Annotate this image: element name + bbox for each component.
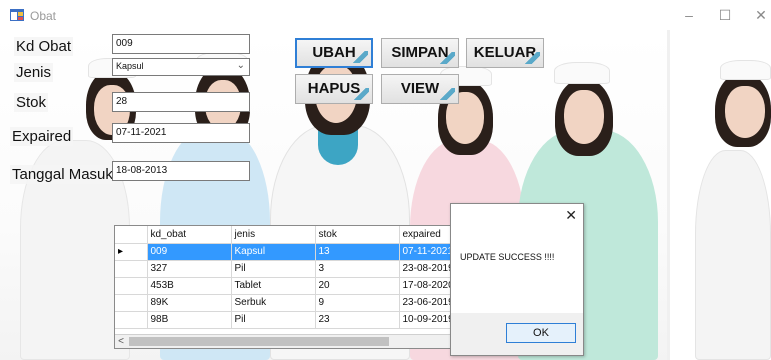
title-bar: Obat – ☐ ✕	[0, 0, 771, 30]
expaired-label: Expaired	[10, 127, 74, 146]
table-row[interactable]: 453B Tablet 20 17-08-2020	[115, 277, 470, 295]
button-decoration-icon	[352, 51, 368, 63]
cell-kd-obat[interactable]: 009	[147, 243, 232, 261]
row-header[interactable]	[115, 311, 148, 329]
cell-jenis[interactable]: Tablet	[231, 277, 316, 295]
jenis-select[interactable]: Kapsul ⌄	[112, 58, 250, 76]
grid-table: kd_obat jenis stok expaired ▸ 009 Kapsul…	[115, 226, 470, 329]
horizontal-scrollbar[interactable]: < >	[115, 334, 475, 348]
expaired-input[interactable]: 07-11-2021	[112, 123, 250, 143]
cell-jenis[interactable]: Serbuk	[231, 294, 316, 312]
table-row[interactable]: ▸ 009 Kapsul 13 07-11-2021	[115, 243, 470, 261]
cell-stok[interactable]: 3	[315, 260, 400, 278]
grid-header-row: kd_obat jenis stok expaired	[115, 226, 470, 244]
button-decoration-icon	[524, 52, 540, 64]
maximize-button[interactable]: ☐	[715, 6, 735, 24]
button-decoration-icon	[353, 88, 369, 100]
scroll-left-arrow-icon[interactable]: <	[115, 335, 127, 348]
cell-kd-obat[interactable]: 89K	[147, 294, 232, 312]
cell-stok[interactable]: 9	[315, 294, 400, 312]
cell-stok[interactable]: 20	[315, 277, 400, 295]
current-row-marker-icon: ▸	[115, 243, 148, 261]
stok-label: Stok	[14, 93, 49, 112]
minimize-button[interactable]: –	[679, 6, 699, 24]
table-row[interactable]: 98B Pil 23 10-09-2019	[115, 311, 470, 329]
cell-kd-obat[interactable]: 98B	[147, 311, 232, 329]
window-title: Obat	[30, 9, 57, 23]
button-decoration-icon	[439, 52, 455, 64]
cell-jenis[interactable]: Kapsul	[231, 243, 316, 261]
column-header-stok[interactable]: stok	[315, 226, 400, 244]
stok-input[interactable]: 28	[112, 92, 250, 112]
jenis-select-value: Kapsul	[116, 61, 144, 71]
view-button[interactable]: VIEW	[381, 74, 459, 104]
view-button-label: VIEW	[400, 80, 440, 97]
row-header[interactable]	[115, 260, 148, 278]
chevron-down-icon[interactable]: ⌄	[237, 60, 245, 71]
ok-button[interactable]: OK	[506, 323, 576, 343]
button-decoration-icon	[439, 88, 455, 100]
keluar-button[interactable]: KELUAR	[466, 38, 544, 68]
row-header[interactable]	[115, 294, 148, 312]
cell-jenis[interactable]: Pil	[231, 311, 316, 329]
message-text: UPDATE SUCCESS !!!!	[460, 252, 555, 262]
close-icon[interactable]: ✕	[565, 207, 577, 224]
column-header-kd-obat[interactable]: kd_obat	[147, 226, 232, 244]
tanggal-masuk-input[interactable]: 18-08-2013	[112, 161, 250, 181]
table-row[interactable]: 89K Serbuk 9 23-06-2019	[115, 294, 470, 312]
cell-kd-obat[interactable]: 453B	[147, 277, 232, 295]
tanggal-masuk-label: Tanggal Masuk	[10, 165, 115, 184]
background-image-right	[670, 30, 771, 360]
row-header-corner	[115, 226, 148, 244]
cell-kd-obat[interactable]: 327	[147, 260, 232, 278]
simpan-button[interactable]: SIMPAN	[381, 38, 459, 68]
message-box-dialog: ✕ UPDATE SUCCESS !!!! OK	[450, 203, 584, 356]
cell-jenis[interactable]: Pil	[231, 260, 316, 278]
cell-stok[interactable]: 23	[315, 311, 400, 329]
row-header[interactable]	[115, 277, 148, 295]
ubah-button[interactable]: UBAH	[295, 38, 373, 68]
jenis-label: Jenis	[14, 63, 54, 82]
ubah-button-label: UBAH	[312, 44, 356, 61]
scrollbar-thumb[interactable]	[129, 337, 389, 346]
message-box-footer: OK	[451, 313, 583, 355]
obat-data-grid[interactable]: kd_obat jenis stok expaired ▸ 009 Kapsul…	[114, 225, 476, 349]
kd-obat-input[interactable]: 009	[112, 34, 250, 54]
form-client-area: Kd Obat 009 Jenis Kapsul ⌄ Stok 28 Expai…	[0, 30, 771, 360]
hapus-button[interactable]: HAPUS	[295, 74, 373, 104]
app-icon	[10, 9, 24, 21]
table-row[interactable]: 327 Pil 3 23-08-2019	[115, 260, 470, 278]
column-header-jenis[interactable]: jenis	[231, 226, 316, 244]
kd-obat-label: Kd Obat	[14, 37, 74, 56]
close-button[interactable]: ✕	[751, 6, 771, 24]
cell-stok[interactable]: 13	[315, 243, 400, 261]
